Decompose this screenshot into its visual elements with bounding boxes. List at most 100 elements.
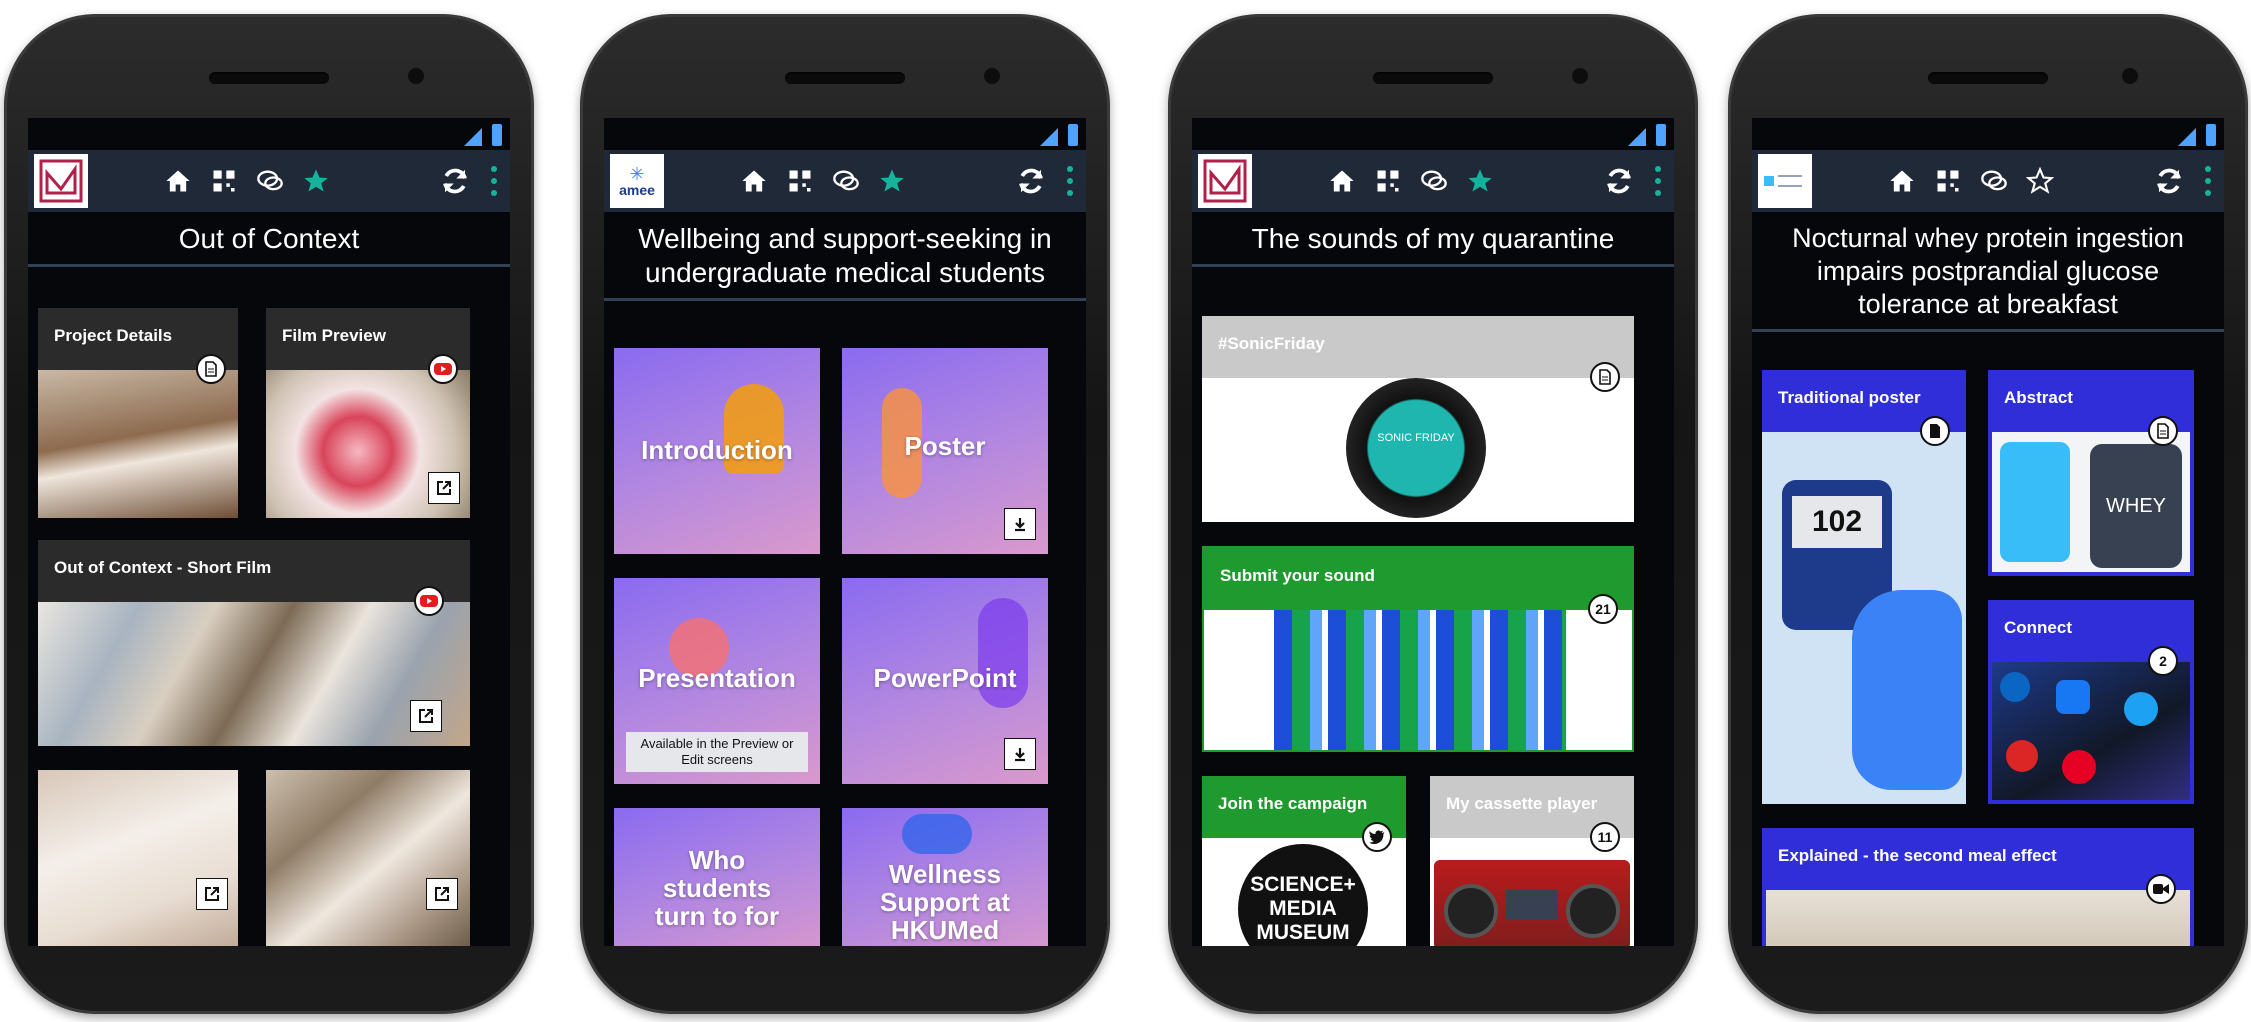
speaker (1928, 72, 2048, 84)
home-icon[interactable] (1327, 166, 1357, 196)
count-badge: 21 (1588, 594, 1618, 624)
curve-logo (39, 159, 83, 203)
sound-wave-image (1274, 610, 1566, 750)
camera (2122, 68, 2138, 84)
tile-wellness-support[interactable]: Wellness Support at HKUMed (842, 808, 1048, 946)
tile-photo[interactable] (38, 770, 238, 946)
chat-icon[interactable] (831, 166, 861, 196)
page-title: Wellbeing and support-seeking in undergr… (604, 212, 1086, 301)
external-link-icon[interactable] (196, 878, 228, 910)
camera (984, 68, 1000, 84)
social-media-image (1992, 662, 2190, 800)
phone-1: Out of Context Project Details Film Prev… (4, 14, 534, 1014)
more-vertical-icon[interactable] (488, 166, 500, 196)
crumpled-paper-photo (38, 602, 470, 746)
chat-icon[interactable] (255, 166, 285, 196)
status-bar (1752, 118, 2224, 150)
home-icon[interactable] (739, 166, 769, 196)
phone-3: The sounds of my quarantine #SonicFriday… (1168, 14, 1698, 1014)
app-logo[interactable]: ✳ amee (610, 154, 664, 208)
refresh-icon[interactable] (440, 166, 470, 196)
society-logo-mark (1764, 176, 1774, 186)
battery-icon (1068, 124, 1078, 146)
tile-join-campaign[interactable]: Join the campaign SCIENCE+ MEDIA MUSEUM (1202, 776, 1406, 946)
tile-title: Who students turn to for (654, 845, 780, 931)
refresh-icon[interactable] (1016, 166, 1046, 196)
tile-presentation[interactable]: Presentation Available in the Preview or… (614, 578, 820, 784)
runner-illustration (902, 814, 972, 854)
tile-grid: #SonicFriday SONIC FRIDAY Submit your so… (1192, 278, 1674, 946)
phone-4: Nocturnal whey protein ingestion impairs… (1728, 14, 2248, 1014)
signal-icon (464, 128, 482, 146)
tile-poster[interactable]: Poster (842, 348, 1048, 554)
availability-note: Available in the Preview or Edit screens (626, 732, 808, 772)
app-logo[interactable] (1758, 154, 1812, 208)
tile-who-students[interactable]: Who students turn to for (614, 808, 820, 946)
app-logo[interactable] (34, 154, 88, 208)
tile-film-preview[interactable]: Film Preview (266, 308, 470, 518)
tile-project-details[interactable]: Project Details (38, 308, 238, 518)
refresh-icon[interactable] (2154, 166, 2184, 196)
tile-submit-sound[interactable]: Submit your sound 21 (1202, 546, 1634, 752)
speaker (1373, 72, 1493, 84)
whey-label: WHEY (2090, 444, 2182, 568)
tile-title: Submit your sound (1204, 548, 1632, 610)
status-bar (1192, 118, 1674, 150)
star-outline-icon[interactable] (2025, 166, 2055, 196)
download-icon[interactable] (1004, 738, 1036, 770)
star-icon[interactable] (1465, 166, 1495, 196)
tile-powerpoint[interactable]: PowerPoint (842, 578, 1048, 784)
youtube-icon (428, 354, 458, 384)
tile-sonic-friday[interactable]: #SonicFriday SONIC FRIDAY (1202, 316, 1634, 522)
app-logo[interactable] (1198, 154, 1252, 208)
tile-cassette-player[interactable]: My cassette player 11 (1430, 776, 1634, 946)
paper-photo (38, 370, 238, 518)
more-vertical-icon[interactable] (1064, 166, 1076, 196)
meal-image (1766, 890, 2190, 946)
tile-title: PowerPoint (873, 663, 1017, 693)
tile-introduction[interactable]: Introduction (614, 348, 820, 554)
external-link-icon[interactable] (426, 878, 458, 910)
page-title: The sounds of my quarantine (1192, 212, 1674, 267)
toolbar (1192, 150, 1674, 212)
tile-title: Explained - the second meal effect (1762, 828, 2194, 890)
phone-2: ✳ amee Wellbeing and support-seeking in … (580, 14, 1110, 1014)
external-link-icon[interactable] (428, 472, 460, 504)
tile-second-meal-effect[interactable]: Explained - the second meal effect (1762, 828, 2194, 946)
speaker (209, 72, 329, 84)
screen: Nocturnal whey protein ingestion impairs… (1752, 118, 2224, 946)
grid-icon[interactable] (785, 166, 815, 196)
star-icon[interactable] (301, 166, 331, 196)
camera (1572, 68, 1588, 84)
curve-logo (1203, 159, 1247, 203)
tile-title: Wellness Support at HKUMed (880, 859, 1010, 945)
tile-connect[interactable]: Connect 2 (1988, 600, 2194, 804)
document-icon (1920, 416, 1950, 446)
museum-logo-text: SCIENCE+ MEDIA MUSEUM (1238, 844, 1368, 946)
chat-icon[interactable] (1979, 166, 2009, 196)
tile-short-film[interactable]: Out of Context - Short Film (38, 540, 470, 746)
youtube-icon (414, 586, 444, 616)
download-icon[interactable] (1004, 508, 1036, 540)
home-icon[interactable] (1887, 166, 1917, 196)
refresh-icon[interactable] (1604, 166, 1634, 196)
more-vertical-icon[interactable] (1652, 166, 1664, 196)
signal-icon (2178, 128, 2196, 146)
toolbar: ✳ amee (604, 150, 1086, 212)
tile-title: Introduction (641, 435, 793, 465)
tile-photo[interactable] (266, 770, 470, 946)
toolbar (1752, 150, 2224, 212)
grid-icon[interactable] (1933, 166, 1963, 196)
more-vertical-icon[interactable] (2202, 166, 2214, 196)
chat-icon[interactable] (1419, 166, 1449, 196)
document-icon (196, 354, 226, 384)
tile-abstract[interactable]: Abstract WHEY (1988, 370, 2194, 576)
grid-icon[interactable] (209, 166, 239, 196)
document-icon (1590, 362, 1620, 392)
home-icon[interactable] (163, 166, 193, 196)
tile-traditional-poster[interactable]: Traditional poster 102 (1762, 370, 1966, 804)
star-icon[interactable] (877, 166, 907, 196)
external-link-icon[interactable] (410, 700, 442, 732)
grid-icon[interactable] (1373, 166, 1403, 196)
tile-grid: Traditional poster 102 Abstract WHEY Con… (1752, 348, 2224, 946)
